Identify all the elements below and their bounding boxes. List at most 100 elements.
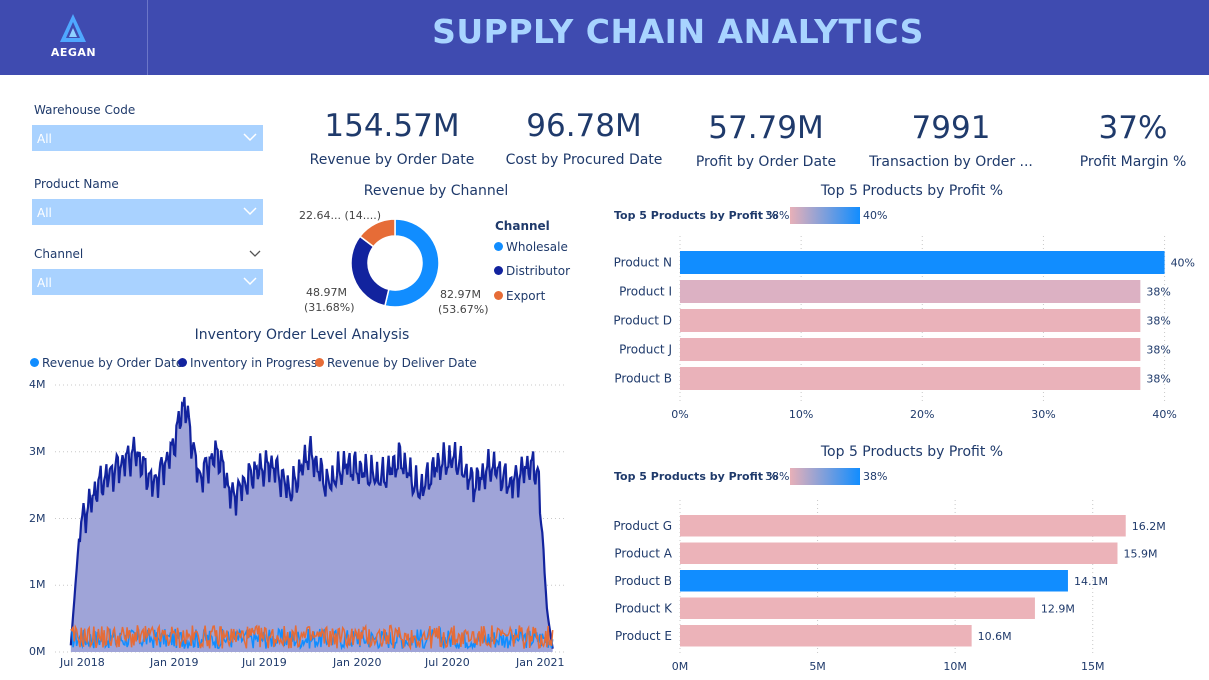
bar-product-n[interactable] — [680, 251, 1165, 274]
kpi-profit-value: 57.79M — [708, 110, 824, 146]
kpi-cost-label: Cost by Procured Date — [505, 152, 663, 168]
bar1-gradient-legend-label: Top 5 Products by Profit % — [614, 209, 778, 222]
product-name-label: Product Name — [34, 177, 119, 191]
kpi-profit-label: Profit by Order Date — [695, 154, 837, 170]
bar-product-b[interactable] — [680, 367, 1141, 390]
y-tick-4m: 4M — [29, 378, 46, 391]
kpi-margin-label: Profit Margin % — [1079, 154, 1187, 170]
product-name-dropdown[interactable]: All — [32, 199, 263, 225]
bar-data-label: 38% — [1146, 373, 1170, 386]
channel-collapse-chevron-icon[interactable] — [249, 249, 261, 258]
logo: AEGAN — [0, 0, 148, 75]
chevron-down-icon — [243, 277, 257, 286]
bar-category-label: Product B — [614, 372, 672, 386]
bar2-gradient-legend — [790, 468, 860, 485]
bar-product-b[interactable] — [680, 570, 1068, 592]
x-tick-label: 10M — [943, 660, 967, 673]
warehouse-code-value: All — [37, 132, 52, 146]
bar1-gradient-min: 38% — [765, 209, 790, 222]
bar2-gradient-max: 38% — [863, 470, 888, 483]
warehouse-code-dropdown[interactable]: All — [32, 125, 263, 151]
bar-data-label: 12.9M — [1041, 602, 1075, 615]
bar-category-label: Product J — [619, 343, 672, 357]
bar-category-label: Product I — [619, 285, 672, 299]
x-tick-label: 5M — [809, 660, 826, 673]
channel-label: Channel — [34, 247, 84, 261]
logo-icon — [60, 14, 86, 42]
donut-legend-title: Channel — [495, 219, 550, 233]
legend-item-inventory[interactable]: Inventory in Progress — [178, 356, 317, 370]
bar1-title: Top 5 Products by Profit % — [820, 183, 1004, 199]
x-tick-label: 20% — [910, 408, 934, 421]
x-tick-jul-2020: Jul 2020 — [425, 656, 470, 669]
bar-category-label: Product G — [613, 519, 672, 533]
x-tick-label: 0M — [672, 660, 689, 673]
donut-slice-distributor[interactable] — [350, 235, 390, 307]
channel-value: All — [37, 276, 52, 290]
bar-category-label: Product A — [614, 546, 672, 560]
chevron-down-icon — [243, 133, 257, 142]
x-tick-label: 15M — [1081, 660, 1105, 673]
kpi-revenue-label: Revenue by Order Date — [309, 152, 475, 168]
donut-label-wholesale-value: 82.97M — [440, 288, 481, 301]
kpi-transaction-label: Transaction by Order ... — [869, 154, 1033, 170]
x-tick-label: 40% — [1152, 408, 1176, 421]
product-name-value: All — [37, 206, 52, 220]
bar-data-label: 16.2M — [1132, 520, 1166, 533]
kpi-margin-value: 37% — [1098, 110, 1168, 146]
x-tick-jan-2020: Jan 2020 — [333, 656, 382, 669]
revenue-by-channel-donut[interactable] — [350, 218, 440, 308]
x-tick-jul-2019: Jul 2019 — [242, 656, 287, 669]
x-tick-label: 30% — [1031, 408, 1055, 421]
bar-data-label: 15.9M — [1123, 547, 1157, 560]
bar-product-g[interactable] — [680, 515, 1126, 537]
bar-category-label: Product N — [614, 256, 672, 270]
bar-product-d[interactable] — [680, 309, 1141, 332]
x-tick-jan-2021: Jan 2021 — [516, 656, 565, 669]
bar1-gradient-legend — [790, 207, 860, 224]
bar-product-i[interactable] — [680, 280, 1141, 303]
top5-profit-value-bar-chart[interactable]: 0M 5M 10M 15M Product G 16.2M Product A 15.9M Pr… — [600, 500, 1209, 676]
x-tick-label: 10% — [789, 408, 813, 421]
y-tick-3m: 3M — [29, 445, 46, 458]
bar-category-label: Product E — [615, 629, 672, 643]
bar-data-label: 10.6M — [978, 630, 1012, 643]
x-tick-jan-2019: Jan 2019 — [150, 656, 199, 669]
y-tick-1m: 1M — [29, 578, 46, 591]
legend-item-export[interactable]: Export — [494, 289, 545, 303]
donut-label-distributor-value: 48.97M — [306, 286, 347, 299]
x-tick-label: 0% — [671, 408, 688, 421]
page-title: SUPPLY CHAIN ANALYTICS — [432, 12, 924, 51]
warehouse-code-label: Warehouse Code — [34, 103, 136, 117]
legend-item-revenue-order[interactable]: Revenue by Order Date — [30, 356, 183, 370]
donut-title: Revenue by Channel — [363, 183, 509, 199]
bar-data-label: 40% — [1171, 257, 1195, 270]
kpi-revenue-value: 154.57M — [324, 108, 460, 144]
legend-item-distributor[interactable]: Distributor — [494, 264, 570, 278]
bar-product-j[interactable] — [680, 338, 1141, 361]
y-tick-0m: 0M — [29, 645, 46, 658]
kpi-cost-value: 96.78M — [526, 108, 642, 144]
bar-data-label: 14.1M — [1074, 575, 1108, 588]
top5-profit-pct-bar-chart[interactable]: 0% 10% 20% 30% 40% Product N 40% Product I 38% Pr… — [600, 236, 1209, 426]
bar-category-label: Product K — [615, 601, 673, 615]
bar-product-a[interactable] — [680, 542, 1118, 565]
legend-item-wholesale[interactable]: Wholesale — [494, 240, 568, 254]
bar-data-label: 38% — [1146, 344, 1170, 357]
logo-text: AEGAN — [50, 46, 97, 59]
kpi-transaction-value: 7991 — [911, 110, 991, 146]
bar-product-e[interactable] — [680, 625, 972, 647]
bar-category-label: Product D — [613, 314, 672, 328]
inventory-area-chart[interactable] — [55, 380, 570, 655]
legend-item-revenue-deliver[interactable]: Revenue by Deliver Date — [315, 356, 477, 370]
bar-data-label: 38% — [1146, 315, 1170, 328]
bar1-gradient-max: 40% — [863, 209, 888, 222]
bar-category-label: Product B — [614, 574, 672, 588]
channel-dropdown[interactable]: All — [32, 269, 263, 295]
bar-product-k[interactable] — [680, 597, 1035, 620]
y-tick-2m: 2M — [29, 512, 46, 525]
header-bar: AEGAN SUPPLY CHAIN ANALYTICS — [0, 0, 1209, 75]
donut-label-wholesale-pct: (53.67%) — [438, 303, 489, 316]
bar2-title: Top 5 Products by Profit % — [820, 444, 1004, 460]
donut-label-export: 22.64... (14....) — [299, 209, 382, 222]
